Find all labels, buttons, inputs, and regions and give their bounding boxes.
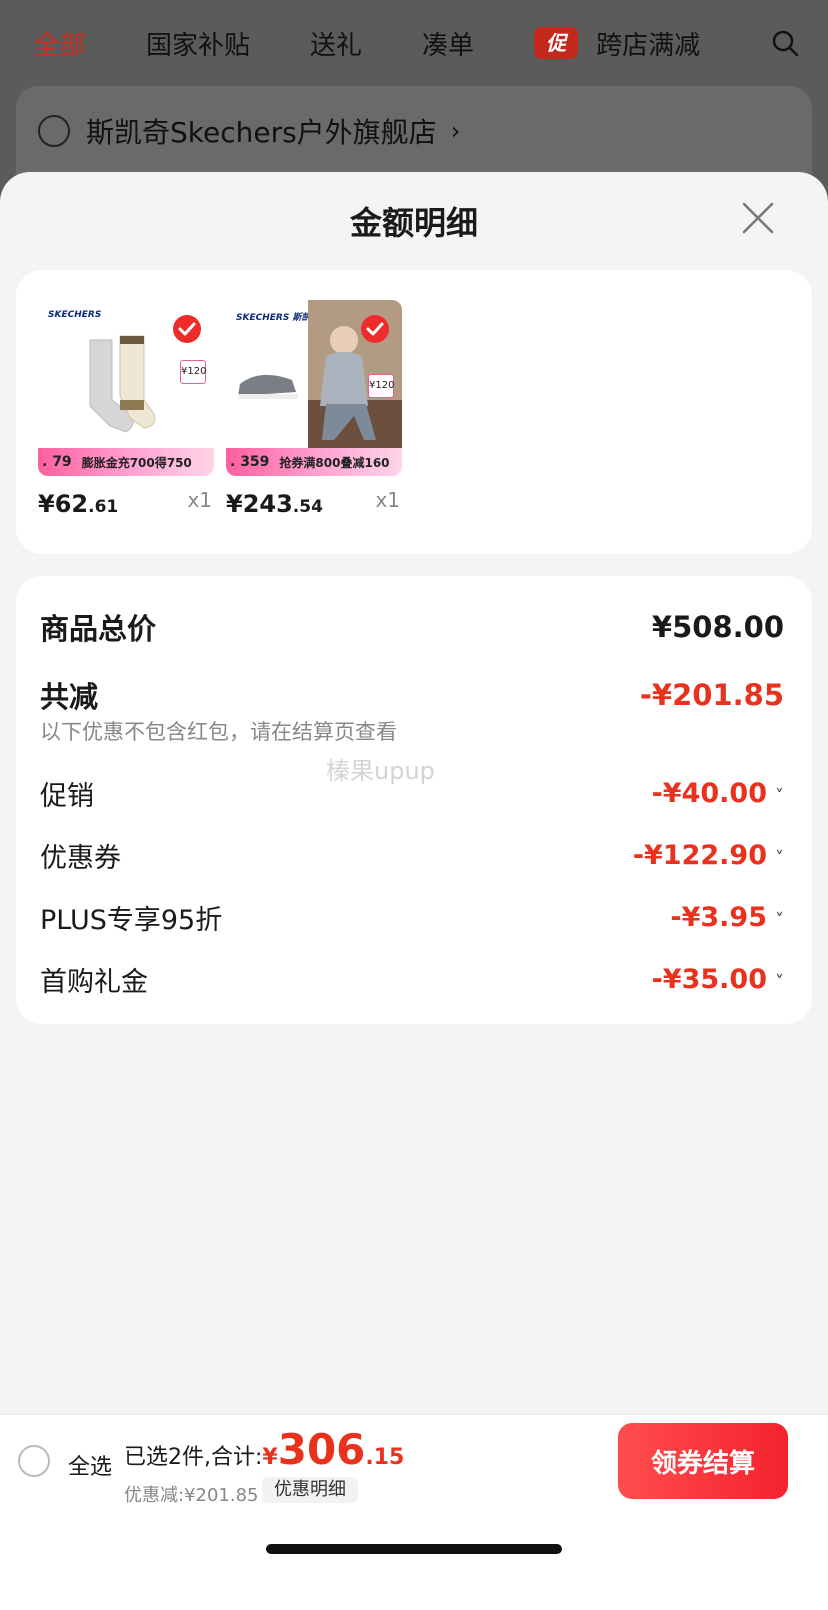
brand-logo: SKECHERS	[48, 310, 102, 320]
discount-row-coupon[interactable]: 优惠券 -¥122.90 ˅	[40, 836, 784, 875]
product-item-socks[interactable]: SKECHERS ¥120 . 79 膨胀金充700得750 ¥62 .61 x…	[38, 300, 214, 518]
product-quantity: x1	[187, 488, 212, 512]
price-sticker: ¥120	[180, 360, 206, 384]
price-decimal: .54	[292, 497, 323, 517]
tab-national-subsidy[interactable]: 国家补贴	[146, 25, 250, 62]
product-quantity: x1	[375, 488, 400, 512]
strip-price: . 359	[230, 454, 270, 470]
discount-amount: -¥35.00	[651, 964, 767, 995]
checkout-bar: 全选 已选2件,合计: ¥ 306 .15 优惠减:¥201.85 优惠明细 领…	[0, 1414, 828, 1610]
chevron-down-icon[interactable]: ˅	[775, 972, 784, 993]
price-main: ¥62	[38, 490, 89, 518]
total-amount: 306	[277, 1425, 366, 1474]
discount-row-promotion[interactable]: 促销 -¥40.00 ˅	[40, 774, 784, 813]
discount-label: 优惠券	[40, 843, 121, 874]
discount-row-plus[interactable]: PLUS专享95折 -¥3.95 ˅	[40, 898, 784, 937]
price-decimal: .61	[88, 497, 119, 517]
chevron-right-icon: ›	[450, 117, 461, 145]
price-breakdown-card: 商品总价 ¥508.00 共减 -¥201.85 以下优惠不包含红包，请在结算页…	[16, 576, 812, 1024]
selected-products-card: SKECHERS ¥120 . 79 膨胀金充700得750 ¥62 .61 x…	[16, 270, 812, 554]
total-reduce-row: 共减 -¥201.85	[40, 674, 784, 716]
currency-symbol: ¥	[262, 1445, 278, 1470]
price-sticker: ¥120	[368, 374, 394, 398]
total-price-value: ¥508.00	[651, 610, 784, 644]
discount-value: -¥35.00 ˅	[652, 964, 784, 995]
product-item-shoes[interactable]: SKECHERS 斯凯奇 ¥120 . 359 抢券满800叠减160 ¥243…	[226, 300, 402, 518]
discount-note: 以下优惠不包含红包，请在结算页查看	[40, 720, 397, 744]
discount-value: -¥40.00 ˅	[652, 778, 784, 809]
select-all-radio[interactable]	[18, 1445, 50, 1477]
discount-value: -¥122.90 ˅	[633, 840, 784, 871]
total-summary: 已选2件,合计: ¥ 306 .15	[124, 1425, 404, 1474]
socks-image	[89, 335, 156, 433]
tab-cross-store[interactable]: 促 跨店满减	[534, 25, 700, 62]
price-main: ¥243	[226, 490, 293, 518]
store-name[interactable]: 斯凯奇Skechers户外旗舰店	[86, 111, 437, 151]
product-thumbnail[interactable]: SKECHERS 斯凯奇 ¥120 . 359 抢券满800叠减160	[226, 300, 402, 476]
promo-strip: . 359 抢券满800叠减160	[226, 448, 402, 476]
total-reduce-label: 共减	[40, 680, 99, 714]
discount-total-text: 优惠减:¥201.85	[124, 1485, 259, 1506]
selected-check-icon	[361, 315, 389, 343]
tab-bundle[interactable]: 凑单	[422, 25, 474, 62]
sheet-title: 金额明细	[349, 204, 478, 242]
chevron-down-icon[interactable]: ˅	[775, 910, 784, 931]
total-price-label: 商品总价	[40, 612, 157, 646]
strip-price: . 79	[42, 454, 72, 470]
checkout-button[interactable]: 领券结算	[618, 1423, 788, 1499]
discount-row-first-purchase[interactable]: 首购礼金 -¥35.00 ˅	[40, 960, 784, 999]
selected-check-icon	[173, 315, 201, 343]
discount-label: 首购礼金	[40, 967, 148, 998]
discount-label: 促销	[40, 781, 94, 812]
selected-count-text: 已选2件,合计:	[124, 1445, 263, 1470]
discount-value: -¥3.95 ˅	[670, 902, 784, 933]
tab-all[interactable]: 全部	[34, 25, 86, 62]
discount-amount: -¥3.95	[670, 902, 767, 933]
store-select-radio[interactable]	[38, 115, 70, 147]
tab-gift[interactable]: 送礼	[310, 25, 362, 62]
close-icon[interactable]	[740, 200, 776, 236]
discount-amount: -¥122.90	[632, 840, 767, 871]
select-all-label[interactable]: 全选	[68, 1449, 112, 1481]
promo-strip: . 79 膨胀金充700得750	[38, 448, 214, 476]
amount-detail-sheet: 金额明细 SKECHERS ¥120 . 79 膨胀金充700得750 ¥62 …	[0, 172, 828, 1610]
total-amount-decimal: .15	[365, 1445, 405, 1470]
discount-detail-button[interactable]: 优惠明细	[262, 1477, 358, 1503]
strip-text: 抢券满800叠减160	[279, 455, 390, 470]
promo-badge: 促	[534, 27, 579, 59]
chevron-down-icon[interactable]: ˅	[775, 848, 784, 869]
search-icon[interactable]	[770, 28, 800, 58]
chevron-down-icon[interactable]: ˅	[775, 786, 784, 807]
discount-label: PLUS专享95折	[40, 905, 223, 936]
tab-cross-store-label: 跨店满减	[596, 30, 701, 61]
strip-text: 膨胀金充700得750	[81, 455, 192, 470]
total-reduce-value: -¥201.85	[639, 678, 784, 712]
home-indicator	[266, 1544, 562, 1554]
category-tab-bar: 全部 国家补贴 送礼 凑单 促 跨店满减	[0, 0, 828, 86]
product-thumbnail[interactable]: SKECHERS ¥120 . 79 膨胀金充700得750	[38, 300, 214, 476]
discount-amount: -¥40.00	[651, 778, 767, 809]
total-price-row: 商品总价 ¥508.00	[40, 606, 784, 648]
